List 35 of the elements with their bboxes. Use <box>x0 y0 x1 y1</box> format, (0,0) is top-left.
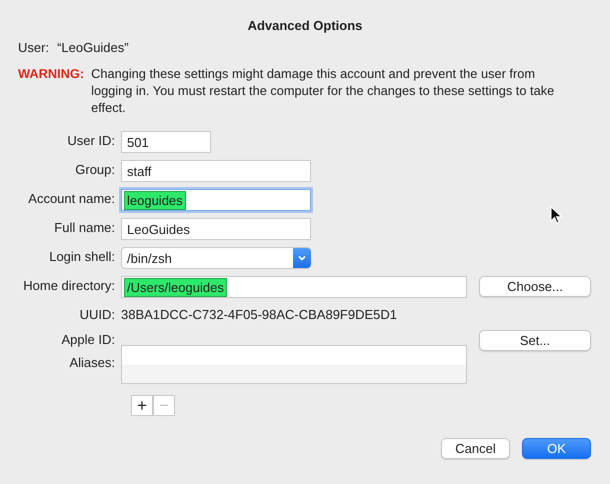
field-label: Group: <box>74 161 115 179</box>
text-field[interactable]: 501 <box>121 131 211 153</box>
text-field[interactable]: staff <box>121 160 311 182</box>
field-value: leoguides <box>124 190 186 210</box>
shell-popup[interactable]: /bin/zsh <box>121 247 311 269</box>
push-button[interactable]: Choose... <box>479 276 591 297</box>
uuid-value: 38BA1DCC-C732-4F05-98AC-CBA89F9DE5D1 <box>121 306 398 324</box>
field-label: Apple ID: <box>60 331 115 349</box>
pointer-icon <box>550 206 562 224</box>
field-value: 501 <box>126 134 150 152</box>
field-label: Login shell: <box>48 248 115 266</box>
default-button[interactable]: OK <box>522 438 591 459</box>
field-value: /Users/leoguides <box>124 278 227 296</box>
window-title: Advanced Options <box>246 18 364 33</box>
warning-label: WARNING: <box>18 65 84 83</box>
field-label: User ID: <box>66 132 115 150</box>
popup-value: /bin/zsh <box>127 250 172 266</box>
text-field[interactable]: LeoGuides <box>121 218 311 240</box>
user-label: User: <box>18 40 50 55</box>
dialog-button[interactable]: Cancel <box>441 438 510 459</box>
aliases-list[interactable] <box>121 345 467 384</box>
field-label: UUID: <box>78 306 115 324</box>
field-value: LeoGuides <box>126 220 191 238</box>
user-name: “LeoGuides” <box>57 40 129 55</box>
warning-text: Changing these settings might damage this account and prevent the user from logging in. You must restart the computer for the changes to these settings to take effect. <box>91 65 556 116</box>
push-button[interactable]: Set... <box>479 330 591 351</box>
text-field[interactable]: leoguides <box>121 189 311 211</box>
add-button[interactable]: + <box>131 395 153 416</box>
field-label: Home directory: <box>22 277 115 295</box>
chevron-down-icon <box>293 248 311 268</box>
field-label: Account name: <box>27 190 115 208</box>
field-label: Aliases: <box>68 354 115 372</box>
text-field[interactable]: /Users/leoguides <box>121 276 467 298</box>
field-label: Full name: <box>53 219 115 237</box>
field-value: staff <box>126 162 152 180</box>
